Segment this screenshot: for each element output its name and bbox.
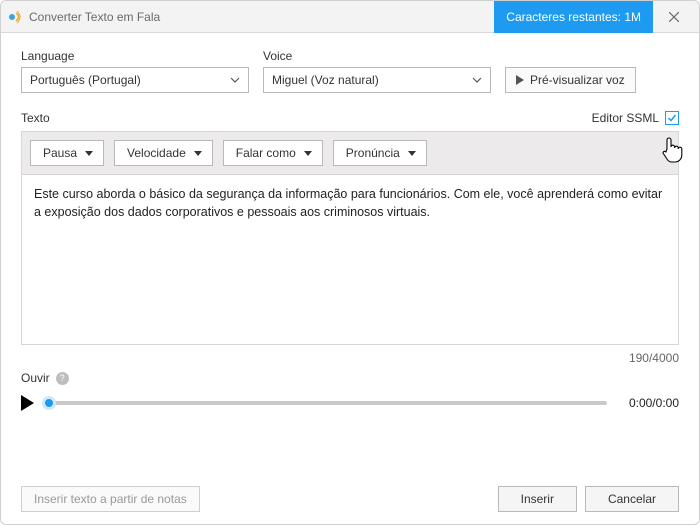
audio-player: 0:00/0:00 (21, 395, 679, 411)
dialog-window: Converter Texto em Fala Caracteres resta… (0, 0, 700, 525)
caret-down-icon (194, 151, 202, 156)
text-section-label: Texto (21, 111, 50, 125)
text-input[interactable]: Este curso aborda o básico da segurança … (21, 175, 679, 345)
chars-remaining-badge: Caracteres restantes: 1M (494, 1, 653, 33)
preview-voice-button[interactable]: Pré-visualizar voz (505, 67, 636, 93)
listen-label: Ouvir (21, 371, 50, 385)
editor-ssml-checkbox[interactable] (665, 111, 679, 125)
caret-down-icon (304, 151, 312, 156)
voice-select[interactable]: Miguel (Voz natural) (263, 67, 491, 93)
ssml-toolbar: Pausa Velocidade Falar como Pronúncia (21, 131, 679, 175)
titlebar: Converter Texto em Fala Caracteres resta… (1, 1, 699, 33)
preview-voice-label: Pré-visualizar voz (530, 73, 625, 87)
window-title: Converter Texto em Fala (29, 10, 160, 24)
close-button[interactable] (659, 1, 689, 33)
caret-down-icon (408, 151, 416, 156)
play-button[interactable] (21, 395, 34, 411)
insert-from-notes-button[interactable]: Inserir texto a partir de notas (21, 486, 200, 512)
toolbar-pause[interactable]: Pausa (30, 140, 104, 166)
app-icon (7, 9, 23, 25)
language-label: Language (21, 49, 249, 63)
play-icon (516, 75, 524, 85)
language-select[interactable]: Português (Portugal) (21, 67, 249, 93)
seek-track[interactable] (46, 401, 607, 405)
chevron-down-icon (230, 75, 240, 85)
toolbar-pronunciation[interactable]: Pronúncia (333, 140, 427, 166)
editor-ssml-label: Editor SSML (592, 111, 659, 125)
caret-down-icon (85, 151, 93, 156)
close-icon (669, 12, 679, 22)
help-icon[interactable]: ? (56, 372, 69, 385)
char-counter: 190/4000 (21, 351, 679, 365)
insert-button[interactable]: Inserir (498, 486, 577, 512)
voice-label: Voice (263, 49, 491, 63)
cancel-button[interactable]: Cancelar (585, 486, 679, 512)
seek-thumb[interactable] (42, 396, 56, 410)
check-icon (667, 113, 677, 123)
toolbar-speak-as[interactable]: Falar como (223, 140, 323, 166)
time-display: 0:00/0:00 (619, 396, 679, 410)
toolbar-speed[interactable]: Velocidade (114, 140, 213, 166)
language-value: Português (Portugal) (30, 73, 141, 87)
voice-value: Miguel (Voz natural) (272, 73, 379, 87)
content-area: Language Português (Portugal) Voice Migu… (1, 33, 699, 524)
chevron-down-icon (472, 75, 482, 85)
